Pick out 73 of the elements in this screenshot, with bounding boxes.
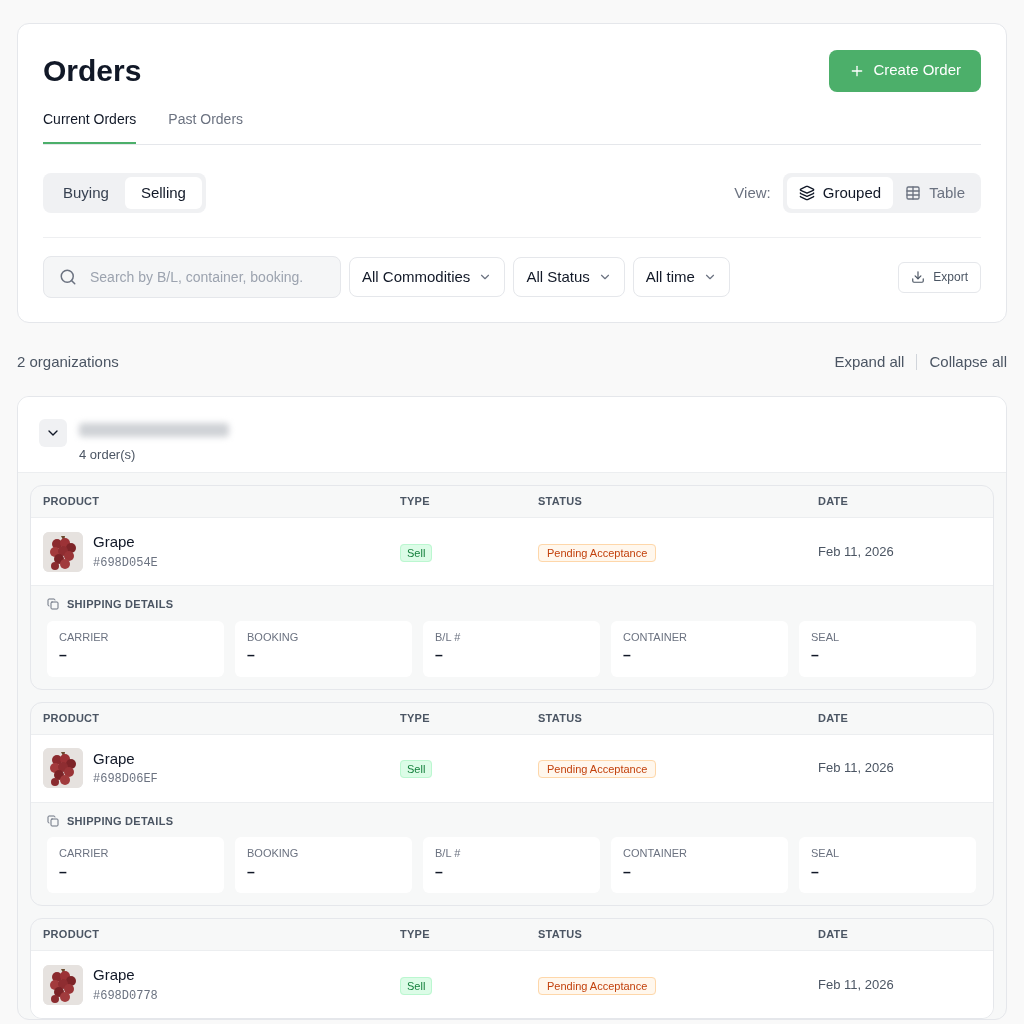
search-icon — [59, 268, 77, 286]
column-header: STATUS — [538, 494, 584, 510]
column-header: DATE — [818, 494, 850, 510]
collapse-all-link[interactable]: Collapse all — [929, 351, 1007, 374]
order-date: Feb 11, 2026 — [818, 542, 895, 561]
tab[interactable]: Past Orders — [168, 109, 244, 144]
detail-label: BOOKING — [247, 629, 300, 645]
detail-value: – — [811, 862, 820, 882]
view-option[interactable]: Grouped — [786, 177, 894, 209]
export-button[interactable]: Export — [898, 261, 981, 293]
order-id: #698D054E — [93, 554, 158, 572]
type-badge: Sell — [400, 760, 433, 778]
type-badge: Sell — [400, 976, 433, 995]
detail-label: CONTAINER — [623, 846, 688, 861]
copy-icon — [47, 814, 59, 827]
section-title: SHIPPING DETAILS — [67, 813, 174, 829]
expand-toggle[interactable] — [39, 418, 67, 447]
search-field[interactable]: Search by B/L, container, booking. — [43, 256, 341, 298]
detail-label: B/L # — [435, 629, 462, 645]
detail-label: B/L # — [435, 846, 462, 861]
order-count: 4 order(s) — [79, 445, 137, 464]
status-badge: Pending Acceptance — [538, 976, 657, 995]
column-header: PRODUCT — [43, 710, 101, 726]
order-id: #698D0778 — [93, 987, 158, 1005]
product-name: Grape — [93, 965, 136, 986]
page-title: Orders — [43, 53, 142, 89]
download-icon — [911, 270, 926, 284]
filter-dropdown[interactable]: All Commodities — [349, 257, 506, 297]
column-header: PRODUCT — [43, 494, 101, 510]
filter-dropdown[interactable]: All time — [632, 257, 730, 297]
column-header: STATUS — [538, 927, 584, 943]
copy-icon — [47, 598, 59, 611]
tab[interactable]: Current Orders — [43, 109, 137, 144]
view-label: View: — [734, 182, 771, 203]
detail-label: SEAL — [811, 846, 841, 861]
column-header: TYPE — [400, 710, 431, 726]
column-header: TYPE — [400, 927, 431, 943]
product-name: Grape — [93, 532, 136, 553]
detail-value: – — [623, 646, 632, 665]
column-header: DATE — [818, 927, 850, 943]
detail-value: – — [59, 862, 68, 882]
order-date: Feb 11, 2026 — [818, 975, 895, 994]
view-option[interactable]: Table — [893, 177, 977, 209]
type-badge: Sell — [400, 543, 433, 562]
column-header: PRODUCT — [43, 927, 101, 943]
detail-value: – — [811, 646, 820, 665]
organization-count: 2 organizations — [17, 352, 119, 372]
detail-label: CARRIER — [59, 846, 110, 861]
detail-label: CONTAINER — [623, 629, 688, 645]
detail-label: CARRIER — [59, 629, 110, 645]
table-icon — [905, 185, 922, 201]
status-badge: Pending Acceptance — [538, 760, 657, 778]
column-header: TYPE — [400, 494, 431, 510]
detail-value: – — [247, 646, 256, 665]
segment[interactable]: Buying — [47, 177, 125, 209]
section-title: SHIPPING DETAILS — [67, 597, 174, 612]
order-id: #698D06EF — [93, 771, 158, 789]
detail-value: – — [435, 646, 444, 665]
detail-label: BOOKING — [247, 846, 300, 861]
layers-icon — [798, 185, 815, 201]
segment[interactable]: Selling — [124, 177, 202, 209]
column-header: DATE — [818, 710, 850, 726]
detail-value: – — [247, 862, 256, 882]
detail-label: SEAL — [811, 629, 841, 645]
order-date: Feb 11, 2026 — [818, 759, 895, 778]
detail-value: – — [59, 646, 68, 665]
expand-all-link[interactable]: Expand all — [834, 351, 905, 374]
column-header: STATUS — [538, 710, 584, 726]
status-badge: Pending Acceptance — [538, 543, 657, 562]
filter-dropdown[interactable]: All Status — [513, 257, 625, 297]
detail-value: – — [435, 862, 444, 882]
detail-value: – — [623, 862, 632, 882]
product-name: Grape — [93, 748, 136, 769]
